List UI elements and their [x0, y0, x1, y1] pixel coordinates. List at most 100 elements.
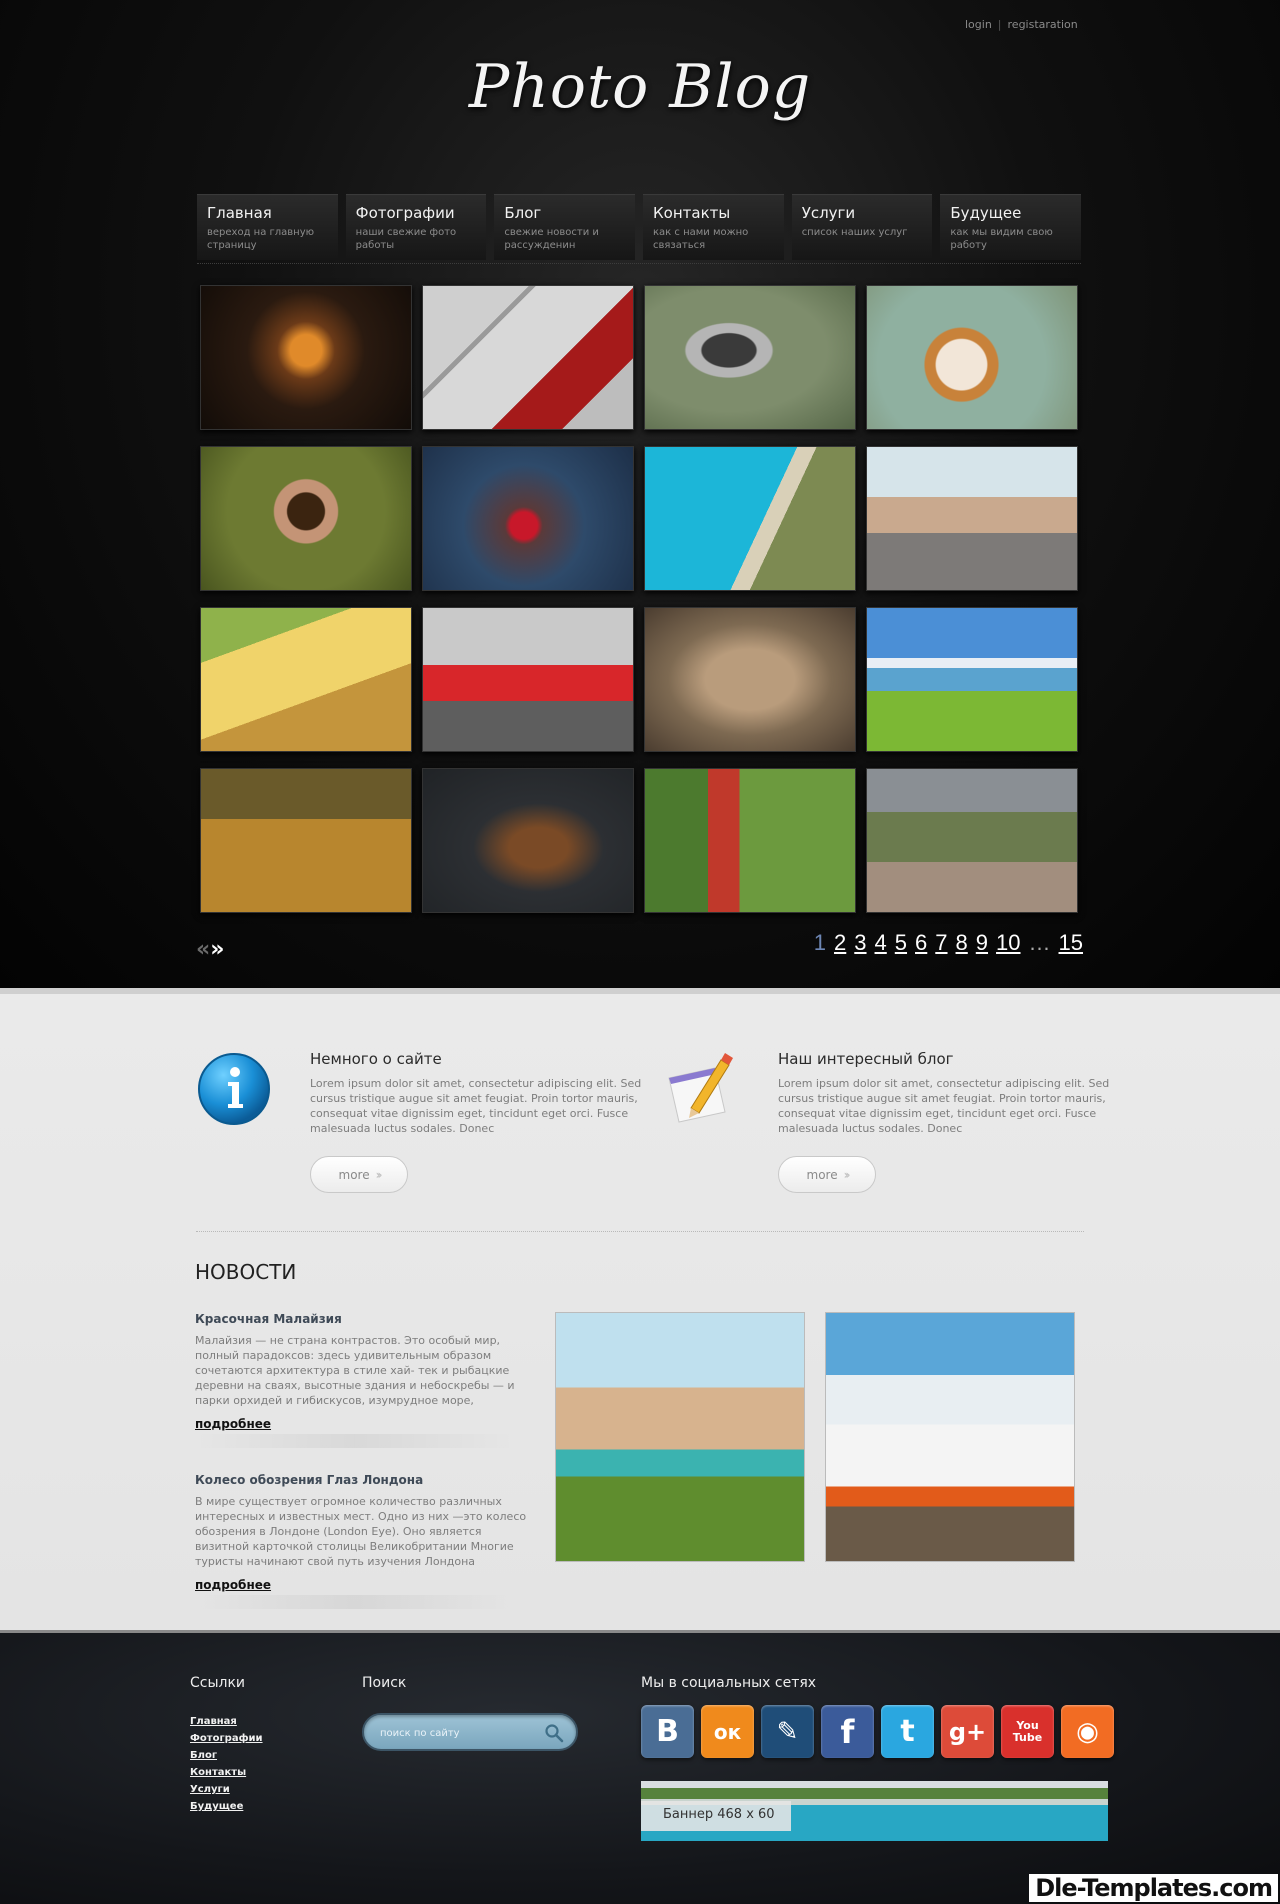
- page-link-6[interactable]: 6: [915, 930, 927, 956]
- next-arrow-icon[interactable]: »: [210, 937, 224, 962]
- site-logo[interactable]: Photo Blog: [0, 52, 1280, 122]
- section-divider: [196, 1231, 1084, 1232]
- nav-item-title: Фотографии: [355, 204, 455, 222]
- page-link-last[interactable]: 15: [1059, 930, 1083, 956]
- rss-icon[interactable]: ◉: [1061, 1705, 1114, 1758]
- news-photo-car[interactable]: [825, 1312, 1075, 1562]
- nav-item-title: Блог: [504, 204, 542, 222]
- blog-block-title: Наш интересный блог: [778, 1050, 954, 1068]
- footer-links: Главная Фотографии Блог Контакты Услуги …: [190, 1713, 263, 1815]
- news-item-more-link[interactable]: подробнее: [195, 1417, 271, 1431]
- vkontakte-icon[interactable]: B: [641, 1705, 694, 1758]
- gallery-photo-pebble-beach[interactable]: [866, 446, 1078, 591]
- auth-separator: |: [997, 18, 1002, 31]
- news-heading: НОВОСТИ: [195, 1260, 297, 1284]
- nav-item-contacts[interactable]: Контакты как с нами можно связаться: [643, 194, 784, 260]
- nav-item-subtitle: как мы видим свою работу: [950, 227, 1053, 251]
- google-plus-icon[interactable]: g+: [941, 1705, 994, 1758]
- page-link-9[interactable]: 9: [976, 930, 988, 956]
- footer-link-blog[interactable]: Блог: [190, 1747, 263, 1764]
- footer-link-services[interactable]: Услуги: [190, 1781, 263, 1798]
- facebook-icon[interactable]: f: [821, 1705, 874, 1758]
- gallery-photo-youtube[interactable]: [422, 285, 634, 430]
- page-link-1[interactable]: 1: [814, 930, 826, 956]
- news-item-shadow: [195, 1434, 515, 1448]
- double-chevron-icon: ››: [843, 1167, 851, 1182]
- news-item-text: Малайзия — не страна контрастов. Это осо…: [195, 1334, 515, 1407]
- nav-item-subtitle: наши свежие фото работы: [355, 227, 457, 251]
- footer-link-contacts[interactable]: Контакты: [190, 1764, 263, 1781]
- pager-arrows: « »: [196, 937, 225, 962]
- news-item-title[interactable]: Красочная Малайзия: [195, 1312, 530, 1326]
- auth-links: login | registaration: [965, 18, 1078, 31]
- footer-link-future[interactable]: Будущее: [190, 1798, 263, 1815]
- gallery-photo-cartoon-dog[interactable]: [866, 285, 1078, 430]
- nav-item-title: Услуги: [801, 204, 856, 222]
- twitter-icon[interactable]: t: [881, 1705, 934, 1758]
- more-label: more: [338, 1167, 370, 1182]
- blog-block-more-button[interactable]: more ››: [778, 1156, 876, 1193]
- watermark: Dle-Templates.com: [1029, 1874, 1278, 1902]
- footer: Ссылки Главная Фотографии Блог Контакты …: [0, 1630, 1280, 1904]
- youtube-icon[interactable]: You Tube: [1001, 1705, 1054, 1758]
- banner-label: Баннер 468 x 60: [641, 1801, 791, 1831]
- gallery-photo-horse[interactable]: [422, 768, 634, 913]
- footer-link-home[interactable]: Главная: [190, 1713, 263, 1730]
- gallery-photo-camera[interactable]: [644, 285, 856, 430]
- page-link-8[interactable]: 8: [956, 930, 968, 956]
- gallery-photo-autumn-bench[interactable]: [200, 768, 412, 913]
- news-item-shadow: [195, 1595, 515, 1609]
- news-photo-bikini[interactable]: [555, 1312, 805, 1562]
- news-item-title[interactable]: Колесо обозрения Глаз Лондона: [195, 1473, 530, 1487]
- page-ellipsis: …: [1028, 930, 1051, 955]
- photo-gallery: [200, 285, 1078, 913]
- page-link-3[interactable]: 3: [854, 930, 866, 956]
- gallery-photo-red-flower[interactable]: [422, 446, 634, 591]
- page-link-10[interactable]: 10: [996, 930, 1020, 956]
- main-nav: Главная вереход на главную страницу Фото…: [197, 194, 1082, 260]
- double-chevron-icon: ››: [375, 1167, 383, 1182]
- header: login | registaration Photo Blog Главная в…: [0, 0, 1280, 988]
- page-link-2[interactable]: 2: [834, 930, 846, 956]
- pagination: 1 2 3 4 5 6 7 8 9 10 … 15: [814, 930, 1083, 956]
- nav-item-title: Будущее: [950, 204, 1022, 222]
- gallery-photo-cheese[interactable]: [200, 607, 412, 752]
- nav-item-photos[interactable]: Фотографии наши свежие фото работы: [345, 194, 487, 260]
- news-item-more-link[interactable]: подробнее: [195, 1578, 271, 1592]
- blog-block: Наш интересный блог Lorem ipsum dolor si…: [668, 1050, 1148, 1193]
- info-icon: [198, 1053, 270, 1125]
- footer-social-title: Мы в социальных сетях: [641, 1675, 817, 1691]
- about-site-more-button[interactable]: more ››: [310, 1156, 408, 1193]
- search-icon[interactable]: [544, 1723, 564, 1743]
- page-link-5[interactable]: 5: [895, 930, 907, 956]
- news-item: Колесо обозрения Глаз Лондона В мире сущ…: [195, 1473, 530, 1609]
- livejournal-icon[interactable]: ✎: [761, 1705, 814, 1758]
- page-link-7[interactable]: 7: [935, 930, 947, 956]
- gallery-photo-red-car[interactable]: [422, 607, 634, 752]
- gallery-photo-city-park[interactable]: [866, 768, 1078, 913]
- nav-item-services[interactable]: Услуги список наших услуг: [791, 194, 933, 260]
- gallery-photo-love[interactable]: [200, 446, 412, 591]
- gallery-photo-cats[interactable]: [644, 607, 856, 752]
- ad-banner[interactable]: Баннер 468 x 60: [641, 1781, 1108, 1841]
- login-link[interactable]: login: [965, 18, 992, 31]
- nav-divider: [197, 263, 1081, 264]
- gallery-photo-crystal-ball[interactable]: [200, 285, 412, 430]
- gallery-photo-lake[interactable]: [866, 607, 1078, 752]
- news-item-text: В мире существует огромное количество ра…: [195, 1495, 527, 1568]
- prev-arrow-icon[interactable]: «: [196, 937, 210, 962]
- footer-links-title: Ссылки: [190, 1675, 246, 1691]
- search-input[interactable]: [380, 1724, 530, 1742]
- nav-item-subtitle: вереход на главную страницу: [207, 227, 315, 251]
- nav-item-home[interactable]: Главная вереход на главную страницу: [197, 194, 338, 260]
- register-link[interactable]: registaration: [1008, 18, 1078, 31]
- page-link-4[interactable]: 4: [875, 930, 887, 956]
- social-links: B ок ✎ f t g+ You Tube ◉: [641, 1705, 1114, 1758]
- nav-item-future[interactable]: Будущее как мы видим свою работу: [940, 194, 1082, 260]
- gallery-photo-forest-girl[interactable]: [644, 768, 856, 913]
- odnoklassniki-icon[interactable]: ок: [701, 1705, 754, 1758]
- footer-link-photos[interactable]: Фотографии: [190, 1730, 263, 1747]
- gallery-photo-blue-bay[interactable]: [644, 446, 856, 591]
- nav-item-blog[interactable]: Блог свежие новости и рассужденин: [494, 194, 636, 260]
- notepad-pencil-icon: [668, 1053, 733, 1123]
